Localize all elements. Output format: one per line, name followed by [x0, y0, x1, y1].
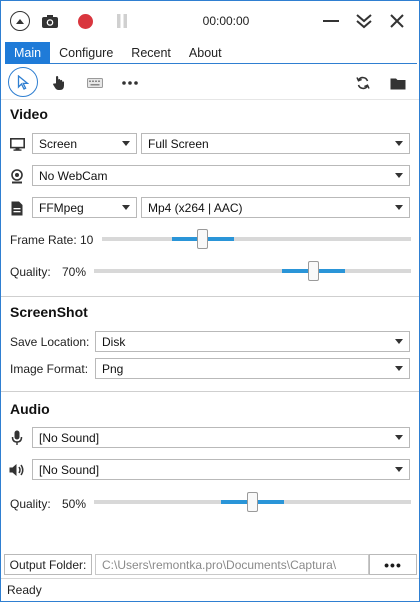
tab-main[interactable]: Main [5, 42, 51, 64]
video-region-select[interactable]: Full Screen [141, 133, 410, 154]
chevron-down-icon [122, 205, 130, 210]
title-bar: 00:00:00 [1, 1, 419, 41]
refresh-icon[interactable] [353, 73, 373, 93]
hand-icon[interactable] [49, 73, 69, 93]
monitor-icon [9, 136, 25, 152]
chevron-down-icon [395, 173, 403, 178]
recording-timer: 00:00:00 [202, 14, 250, 28]
audio-quality-value: 50% [62, 497, 87, 511]
output-folder-label[interactable]: Output Folder: [4, 554, 92, 575]
audio-quality-label: Quality: [10, 497, 51, 511]
speaker-value: [No Sound] [39, 462, 100, 477]
slider-track [94, 269, 411, 273]
video-quality-value: 70% [62, 265, 87, 279]
chevron-down-icon [395, 467, 403, 472]
frame-rate-value: 10 [80, 233, 94, 247]
camera-icon[interactable] [40, 11, 60, 31]
image-format-select[interactable]: Png [95, 358, 410, 379]
frame-rate-slider[interactable] [102, 229, 411, 249]
speaker-icon [9, 462, 25, 478]
tool-bar [1, 65, 419, 99]
pause-icon[interactable] [113, 12, 131, 30]
browse-folder-button[interactable]: ••• [369, 554, 417, 575]
collapse-up-icon[interactable] [10, 11, 30, 31]
chevron-down-icon [395, 205, 403, 210]
image-format-value: Png [102, 361, 124, 376]
image-format-label: Image Format: [10, 362, 89, 376]
video-quality-label: Quality: [10, 265, 51, 279]
cursor-icon[interactable] [8, 67, 38, 97]
webcam-select[interactable]: No WebCam [32, 165, 410, 186]
chevron-down-icon [395, 366, 403, 371]
tab-about[interactable]: About [180, 42, 231, 64]
record-icon[interactable] [76, 12, 94, 30]
tab-recent[interactable]: Recent [122, 42, 180, 64]
format-select[interactable]: Mp4 (x264 | AAC) [141, 197, 410, 218]
slider-thumb[interactable] [308, 261, 319, 281]
slider-track [102, 237, 411, 241]
microphone-value: [No Sound] [39, 430, 100, 445]
status-bar: Ready [1, 578, 419, 601]
encoder-select[interactable]: FFMpeg [32, 197, 137, 218]
output-folder-path[interactable]: C:\Users\remontka.pro\Documents\Captura\ [95, 554, 369, 575]
save-location-select[interactable]: Disk [95, 331, 410, 352]
close-icon[interactable] [387, 11, 407, 31]
slider-thumb[interactable] [197, 229, 208, 249]
more-icon[interactable] [120, 73, 140, 93]
chevron-down-icon [122, 141, 130, 146]
audio-section-title: Audio [10, 401, 50, 417]
save-location-label: Save Location: [10, 335, 90, 349]
output-folder-row: Output Folder: C:\Users\remontka.pro\Doc… [1, 552, 419, 577]
section-divider [1, 391, 419, 392]
speaker-select[interactable]: [No Sound] [32, 459, 410, 480]
keyboard-icon[interactable] [85, 73, 105, 93]
frame-rate-label: Frame Rate: [10, 233, 77, 247]
tab-configure[interactable]: Configure [50, 42, 122, 64]
webcam-icon [9, 168, 25, 184]
toolbar-divider [1, 99, 419, 100]
main-tabs: Main Configure Recent About [5, 42, 417, 64]
save-location-value: Disk [102, 334, 126, 349]
folder-icon[interactable] [388, 73, 408, 93]
video-region-value: Full Screen [148, 136, 209, 151]
chevron-down-icon [395, 339, 403, 344]
audio-quality-slider[interactable] [94, 492, 411, 512]
microphone-icon [9, 430, 25, 446]
chevron-down-icon [395, 435, 403, 440]
format-value: Mp4 (x264 | AAC) [148, 200, 243, 215]
screenshot-section-title: ScreenShot [10, 304, 88, 320]
video-source-value: Screen [39, 136, 78, 151]
microphone-select[interactable]: [No Sound] [32, 427, 410, 448]
video-quality-slider[interactable] [94, 261, 411, 281]
encoder-value: FFMpeg [39, 200, 84, 215]
slider-thumb[interactable] [247, 492, 258, 512]
chevrons-down-icon[interactable] [354, 10, 374, 32]
minimize-icon[interactable] [321, 11, 341, 31]
section-divider [1, 296, 419, 297]
chevron-down-icon [395, 141, 403, 146]
app-window: 00:00:00 Main Configure Recent About Vid… [0, 0, 420, 602]
file-icon [9, 200, 25, 216]
video-section-title: Video [10, 106, 48, 122]
video-source-select[interactable]: Screen [32, 133, 137, 154]
webcam-value: No WebCam [39, 168, 108, 183]
